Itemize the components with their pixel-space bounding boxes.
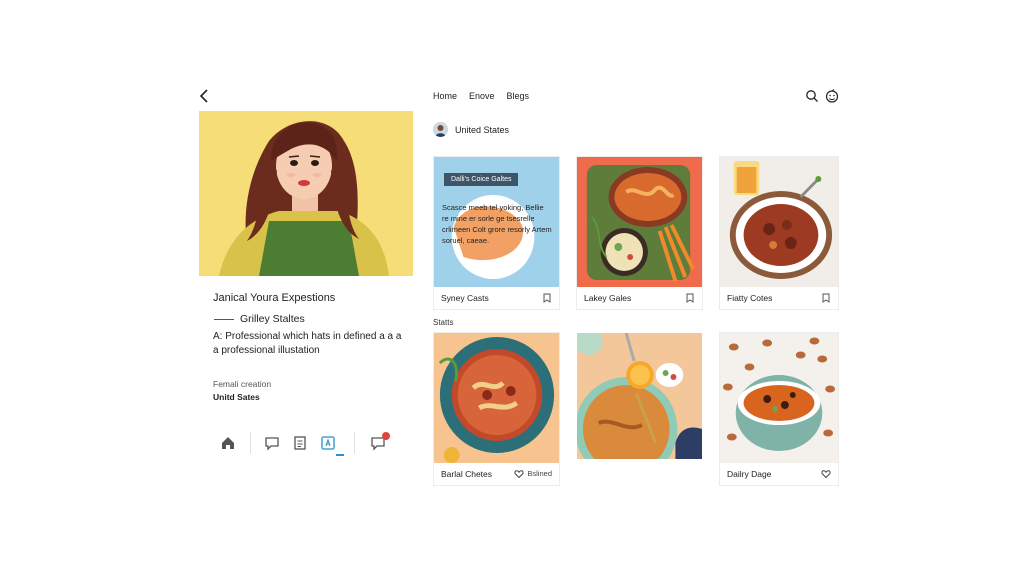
recipe-card-footer: Fiatty Cotes <box>720 286 838 309</box>
recipe-card-image: Dalli's Coice Galtes Scasce meeb tel yok… <box>434 157 559 287</box>
recipe-card-image <box>577 157 702 287</box>
bottom-nav <box>216 432 396 456</box>
recipe-card-title: Syney Casts <box>441 292 489 303</box>
page: Janical Youra Expestions Grilley Staltes… <box>0 0 1024 585</box>
recipe-card[interactable]: Dalli's Coice Galtes Scasce meeb tel yok… <box>433 156 560 310</box>
profile-illustration <box>199 111 413 276</box>
comment-tab[interactable] <box>264 435 280 451</box>
bookmark-icon[interactable] <box>542 293 552 303</box>
recipe-card-footer: Dailry Dage <box>720 462 838 485</box>
location-row: United States <box>433 122 509 137</box>
active-tab-indicator <box>336 454 344 456</box>
profile-subtitle: Grilley Staltes <box>214 313 305 325</box>
recipe-card-image <box>577 333 702 459</box>
saved-label: Bslined <box>527 469 552 478</box>
account-button[interactable] <box>825 89 839 103</box>
chevron-left-icon <box>199 89 208 103</box>
back-button[interactable] <box>198 88 212 104</box>
search-icon <box>806 90 818 102</box>
heart-icon <box>514 469 524 479</box>
nav-separator <box>250 432 251 454</box>
home-tab[interactable] <box>220 435 236 451</box>
profile-tab[interactable] <box>320 435 336 451</box>
recipe-card-footer: Barlal Chetes Bslined <box>434 462 559 485</box>
recipe-card-footer: Lakey Gales <box>577 286 702 309</box>
search-button[interactable] <box>805 89 819 103</box>
comment-icon <box>265 437 279 451</box>
recipe-card[interactable] <box>576 332 703 486</box>
profile-icon <box>321 436 335 450</box>
top-nav: Home Enove Blegs <box>433 91 529 101</box>
nav-separator <box>354 432 355 454</box>
bookmark-icon[interactable] <box>821 293 831 303</box>
recipe-card[interactable]: Barlal Chetes Bslined <box>433 332 560 486</box>
card-blurb: Scasce meeb tel yoking, Bellie re mine e… <box>442 203 552 245</box>
home-icon <box>222 437 234 449</box>
nav-link-enove[interactable]: Enove <box>469 91 495 101</box>
recipe-card[interactable]: Fiatty Cotes <box>719 156 839 310</box>
meta-value: Unitd Sates <box>213 392 260 402</box>
notification-badge <box>382 432 390 440</box>
heart-icon[interactable] <box>821 469 831 479</box>
recipe-card-title: Lakey Gales <box>584 292 632 303</box>
saved-indicator[interactable]: Bslined <box>514 469 552 479</box>
header-actions <box>805 89 839 103</box>
profile-description: A: Professional which hats in defined a … <box>213 331 402 356</box>
recipe-card-image <box>434 333 559 463</box>
location-label: United States <box>455 124 510 135</box>
bookmark-icon[interactable] <box>685 293 695 303</box>
account-icon <box>825 89 839 103</box>
meta-label: Femali creation <box>213 379 272 389</box>
nav-link-home[interactable]: Home <box>433 91 457 101</box>
avatar[interactable] <box>433 122 448 137</box>
recipe-card-footer: Syney Casts <box>434 286 559 309</box>
recipe-card-title: Fiatty Cotes <box>727 292 773 303</box>
recipe-card-image <box>720 157 838 287</box>
recipe-card-title: Barlal Chetes <box>441 468 493 479</box>
notes-tab[interactable] <box>292 435 308 451</box>
profile-title: Janical Youra Expestions <box>213 292 336 304</box>
recipe-card-image <box>720 333 838 463</box>
recipe-card[interactable]: Lakey Gales <box>576 156 703 310</box>
profile-subtitle-text: Grilley Staltes <box>240 313 305 325</box>
notes-icon <box>294 436 306 450</box>
divider <box>214 318 234 320</box>
user-avatar-icon <box>433 122 448 137</box>
section-label: Statts <box>433 318 454 327</box>
nav-link-blegs[interactable]: Blegs <box>507 91 530 101</box>
card-tag-chip: Dalli's Coice Galtes <box>444 173 519 186</box>
recipe-card[interactable]: Dailry Dage <box>719 332 839 486</box>
recipe-card-title: Dailry Dage <box>727 468 772 479</box>
